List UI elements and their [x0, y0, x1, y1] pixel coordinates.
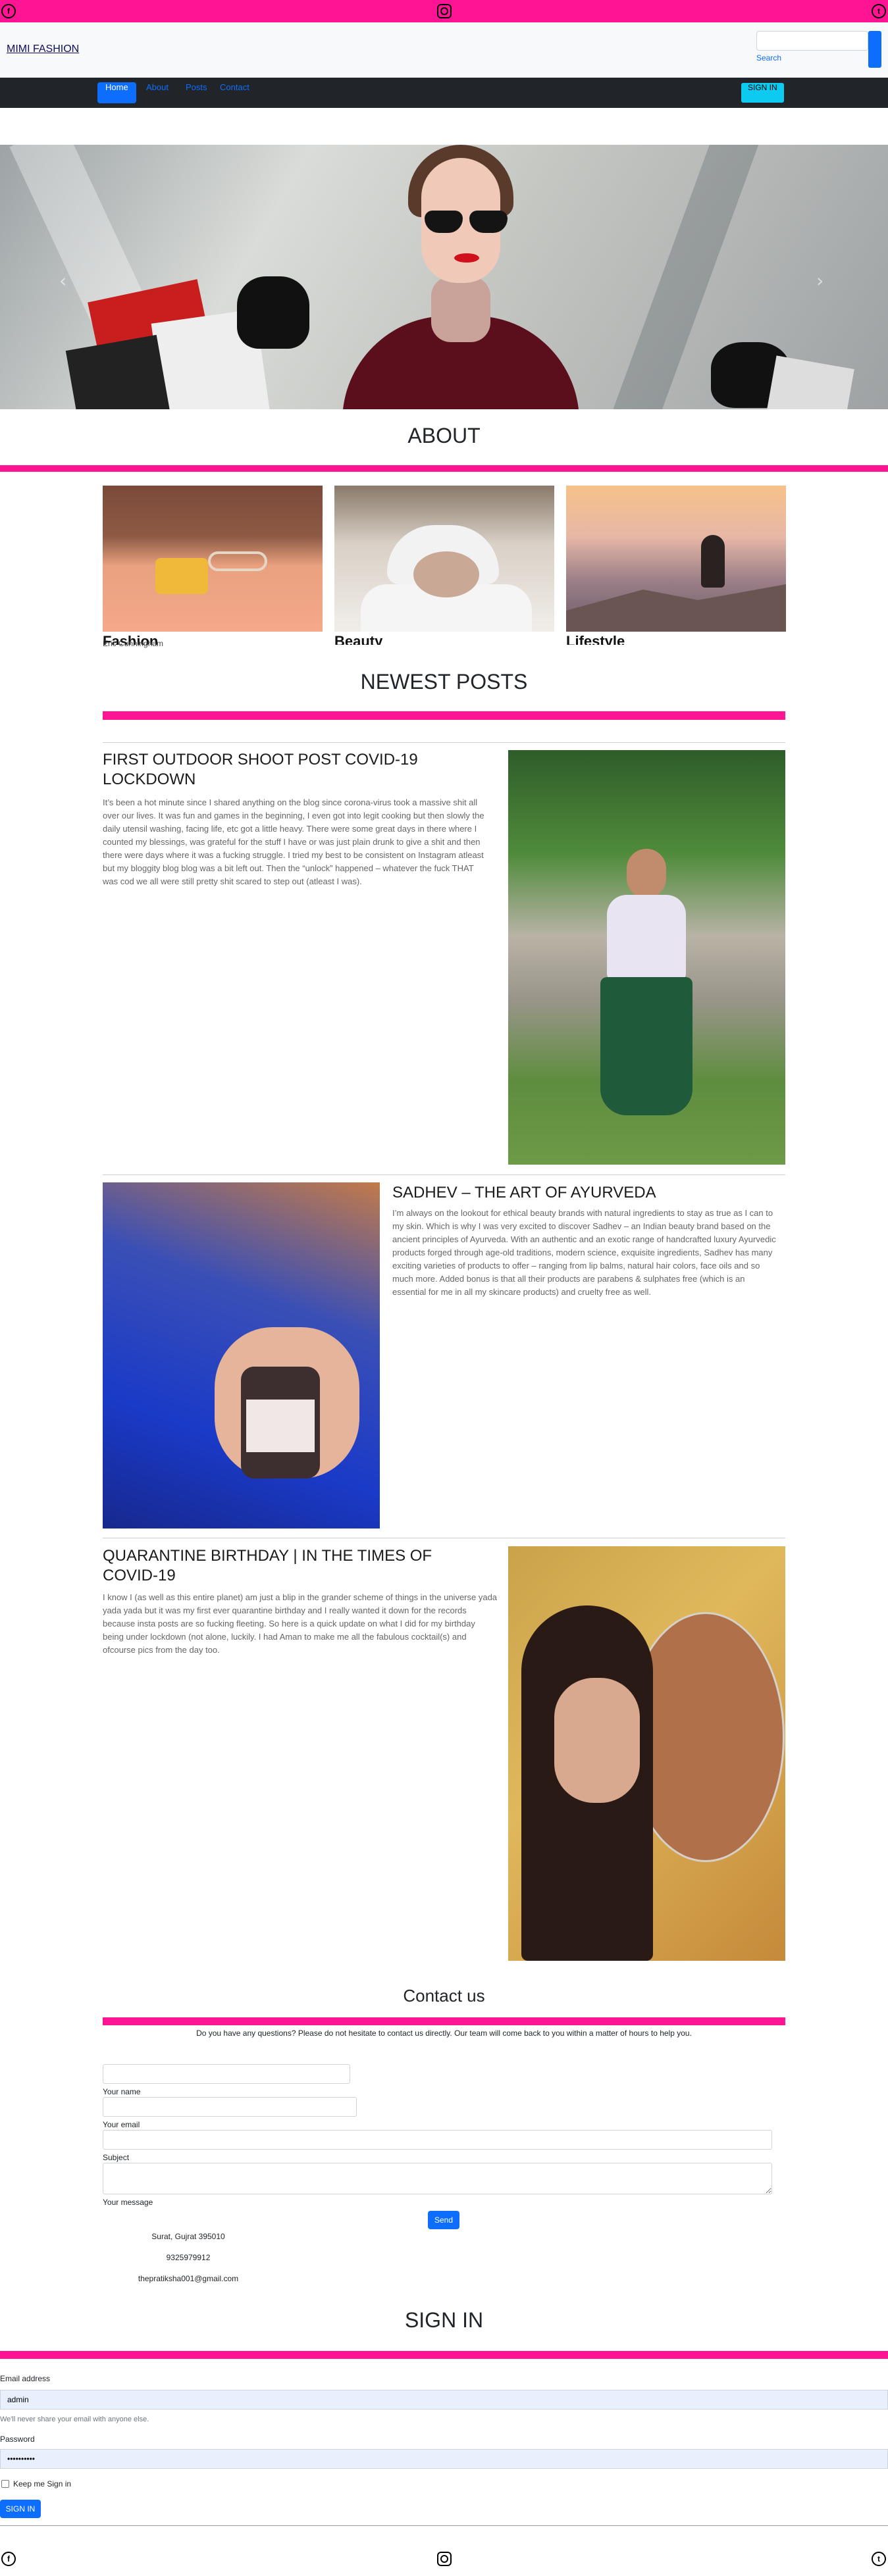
post-title[interactable]: SADHEV – THE ART OF AYURVEDA — [392, 1183, 781, 1203]
contact-divider — [103, 2017, 785, 2025]
signin-title: SIGN IN — [404, 2308, 484, 2332]
nav-about[interactable]: About — [138, 82, 176, 103]
footer-divider — [0, 2525, 888, 2526]
send-button[interactable]: Send — [428, 2211, 459, 2229]
email-address-label: Email address — [0, 2374, 51, 2383]
about-card-lifestyle[interactable] — [566, 486, 786, 632]
email-help-text: We'll never share your email with anyone… — [0, 2415, 149, 2423]
twitter-icon[interactable]: t — [872, 4, 886, 18]
model-lips — [454, 253, 479, 263]
page: f t MIMI FASHION Search Home About Posts… — [0, 0, 888, 2576]
post-separator — [103, 742, 785, 743]
contact-phone: 9325979912 — [166, 2253, 211, 2262]
about-title: ABOUT — [407, 424, 481, 447]
contact-title: Contact us — [403, 1986, 485, 2006]
about-card-fashion[interactable] — [103, 486, 323, 632]
model-neck — [431, 276, 490, 342]
photo-credit: Eric Cunningham — [103, 639, 164, 648]
email-input[interactable] — [103, 2097, 357, 2117]
post-excerpt: I’m always on the lookout for ethical be… — [392, 1208, 776, 1297]
post-image[interactable] — [508, 1546, 785, 1961]
hero-carousel: ‹ › — [0, 145, 888, 409]
post-excerpt: It’s been a hot minute since I shared an… — [103, 797, 484, 886]
brand-bar: MIMI FASHION Search — [0, 22, 888, 78]
post-separator — [103, 1174, 785, 1175]
signin-email-input[interactable]: admin — [0, 2390, 888, 2410]
name-label: Your name — [103, 2087, 141, 2096]
post-image[interactable] — [103, 1182, 380, 1528]
brand-link[interactable]: MIMI FASHION — [7, 43, 79, 55]
signin-divider — [0, 2351, 888, 2359]
message-textarea[interactable] — [103, 2163, 772, 2194]
top-social-bar: f t — [0, 0, 888, 22]
about-card-caption: Lifestyle — [566, 633, 625, 645]
contact-address: Surat, Gujrat 395010 — [151, 2232, 225, 2241]
facebook-icon[interactable]: f — [1, 2552, 16, 2566]
instagram-icon[interactable] — [437, 2552, 452, 2566]
sunglasses — [425, 211, 510, 233]
subject-label: Subject — [103, 2153, 130, 2162]
post-title[interactable]: FIRST OUTDOOR SHOOT POST COVID-19 LOCKDO… — [103, 750, 471, 790]
search-label[interactable]: Search — [756, 53, 781, 63]
nav-contact[interactable]: Contact — [212, 82, 257, 103]
contact-email[interactable]: thepratiksha001@gmail.com — [103, 2274, 274, 2283]
carousel-next-icon[interactable]: › — [816, 270, 823, 291]
subject-input[interactable] — [103, 2130, 772, 2150]
instagram-icon[interactable] — [437, 4, 452, 18]
signin-password-input[interactable]: •••••••••• — [0, 2449, 888, 2469]
post-image[interactable] — [508, 750, 785, 1165]
shopping-bag-black — [65, 334, 172, 409]
contact-subtitle: Do you have any questions? Please do not… — [196, 2029, 692, 2038]
password-label: Password — [0, 2435, 35, 2444]
search-button[interactable] — [868, 31, 881, 68]
about-card-beauty[interactable] — [334, 486, 554, 632]
search-input[interactable] — [756, 31, 868, 51]
email-label: Your email — [103, 2120, 140, 2129]
nav-home[interactable]: Home — [97, 82, 136, 103]
message-label: Your message — [103, 2198, 153, 2207]
signin-submit-button[interactable]: SIGN IN — [0, 2500, 41, 2518]
remember-checkbox[interactable] — [1, 2480, 9, 2488]
main-nav: Home About Posts Contact SIGN IN — [0, 78, 888, 108]
shopping-bag-right — [765, 355, 854, 409]
twitter-icon[interactable]: t — [872, 2552, 886, 2566]
about-card-caption: Beauty — [334, 633, 383, 645]
name-input[interactable] — [103, 2064, 350, 2084]
nav-posts[interactable]: Posts — [178, 82, 215, 103]
carousel-prev-icon[interactable]: ‹ — [59, 270, 66, 291]
post-title[interactable]: QUARANTINE BIRTHDAY | IN THE TIMES OF CO… — [103, 1546, 471, 1586]
posts-divider — [103, 711, 785, 720]
footer-social-bar: f t — [0, 2548, 888, 2570]
remember-label: Keep me Sign in — [13, 2479, 72, 2488]
left-glove — [237, 276, 309, 349]
signin-nav-button[interactable]: SIGN IN — [741, 83, 784, 103]
post-excerpt: I know I (as well as this entire planet)… — [103, 1592, 498, 1655]
facebook-icon[interactable]: f — [1, 4, 16, 18]
posts-title: NEWEST POSTS — [360, 670, 528, 694]
about-divider — [0, 465, 888, 472]
